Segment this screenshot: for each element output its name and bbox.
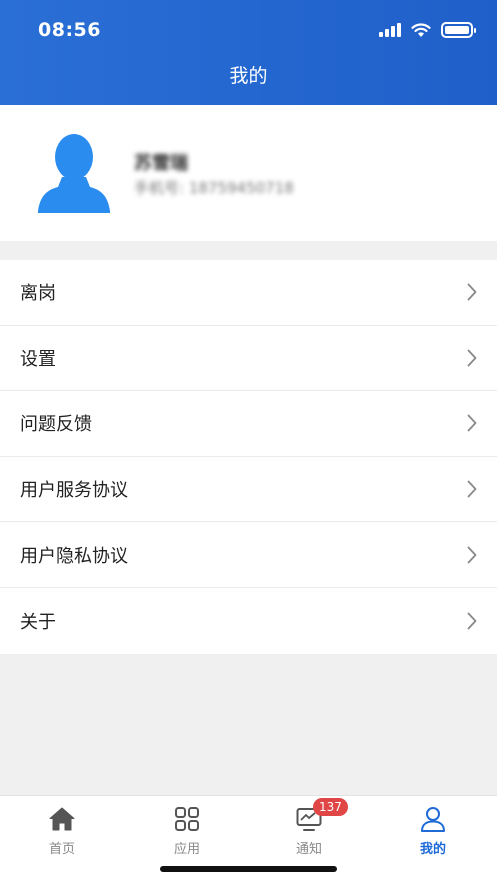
user-phone: 手机号: 18759450718 — [134, 179, 294, 197]
tab-label: 通知 — [295, 842, 322, 857]
chevron-right-icon — [467, 415, 477, 432]
menu-list: 离岗 设置 问题反馈 用户服务协议 用户隐私协议 关于 — [0, 260, 497, 654]
tab-home[interactable]: 首页 — [22, 806, 102, 857]
user-icon — [421, 807, 445, 832]
tab-mine[interactable]: 我的 — [393, 806, 473, 857]
signal-icon — [379, 23, 401, 37]
menu-item-privacy-agreement[interactable]: 用户隐私协议 — [0, 522, 497, 588]
status-icons — [379, 22, 476, 38]
menu-item-feedback[interactable]: 问题反馈 — [0, 391, 497, 457]
menu-item-label: 用户服务协议 — [20, 480, 128, 502]
chevron-right-icon — [467, 349, 477, 367]
avatar-icon — [38, 134, 110, 213]
status-bar: 08:56 — [0, 0, 497, 62]
chevron-right-icon — [467, 546, 477, 564]
menu-item-settings[interactable]: 设置 — [0, 326, 497, 392]
menu-item-label: 用户隐私协议 — [20, 545, 128, 567]
grid-icon — [175, 807, 199, 831]
menu-item-label: 离岗 — [20, 283, 56, 305]
menu-item-label: 关于 — [20, 611, 56, 633]
tab-apps[interactable]: 应用 — [147, 806, 227, 857]
battery-icon — [441, 22, 476, 38]
header: 08:56 我的 — [0, 0, 497, 105]
tab-label: 首页 — [48, 842, 75, 857]
home-indicator — [160, 866, 337, 872]
menu-item-about[interactable]: 关于 — [0, 588, 497, 654]
tab-notifications[interactable]: 137 通知 — [269, 798, 349, 857]
menu-item-service-agreement[interactable]: 用户服务协议 — [0, 457, 497, 523]
chevron-right-icon — [467, 612, 477, 630]
chevron-right-icon — [467, 283, 477, 301]
profile-card[interactable]: 苏雪瑞 手机号: 18759450718 — [0, 105, 497, 241]
chevron-right-icon — [467, 480, 477, 498]
home-icon — [49, 807, 75, 831]
status-time: 08:56 — [38, 19, 101, 41]
user-name: 苏雪瑞 — [134, 153, 188, 174]
menu-item-off-duty[interactable]: 离岗 — [0, 260, 497, 326]
menu-item-label: 问题反馈 — [20, 414, 92, 436]
notification-badge: 137 — [313, 798, 348, 816]
page-title: 我的 — [229, 65, 268, 87]
tab-label: 我的 — [419, 842, 446, 857]
wifi-icon — [411, 22, 431, 37]
menu-item-label: 设置 — [20, 348, 56, 370]
tab-label: 应用 — [173, 842, 200, 857]
